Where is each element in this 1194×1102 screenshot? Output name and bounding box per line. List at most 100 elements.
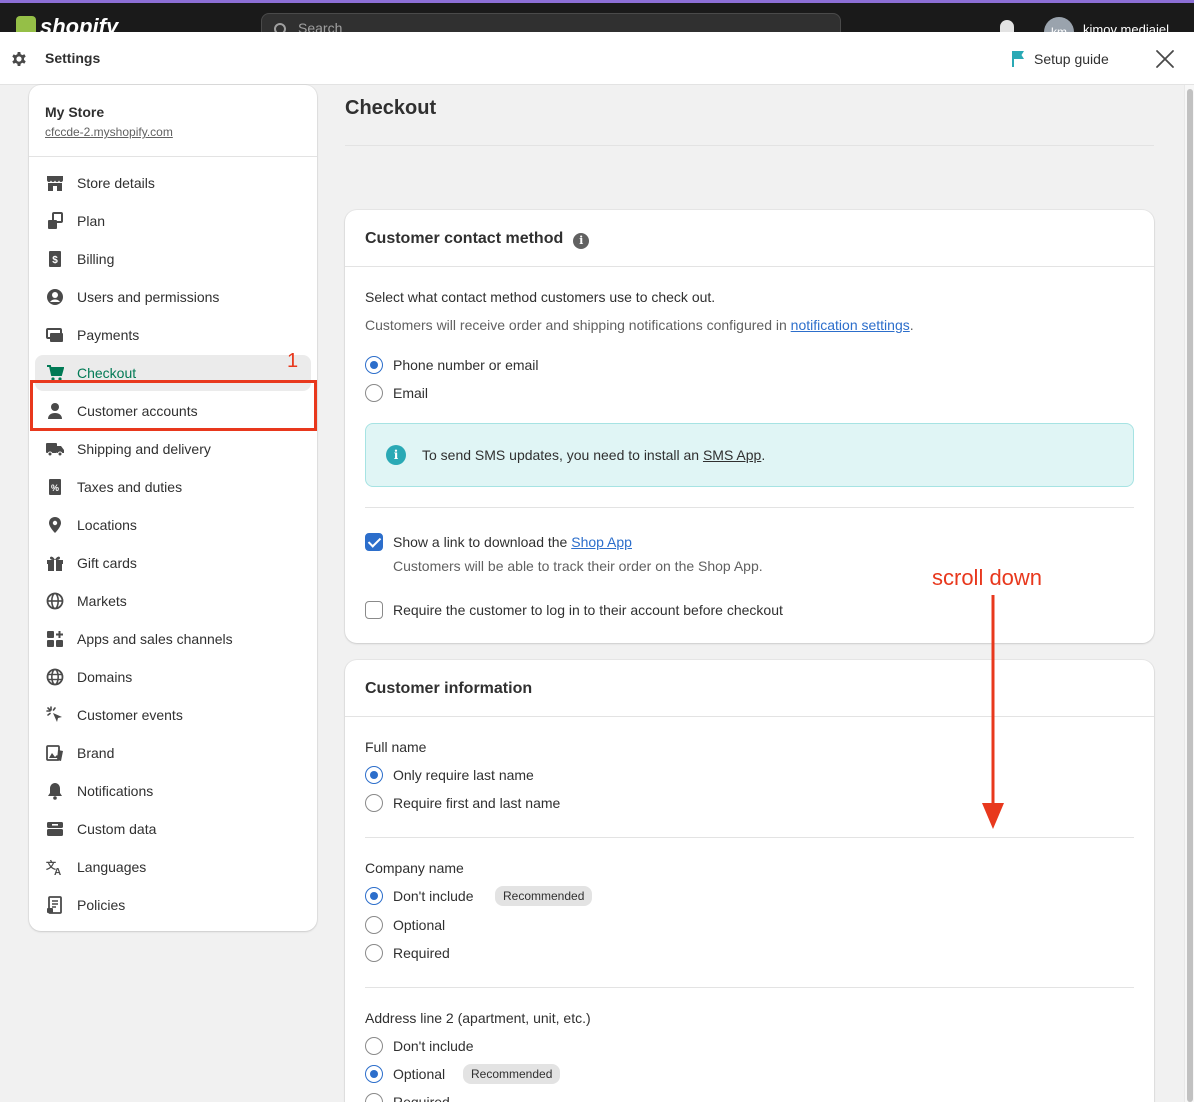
- radio-label[interactable]: Phone number or email: [393, 357, 539, 373]
- sms-app-link[interactable]: SMS App: [703, 447, 761, 463]
- translate-icon: 文A: [45, 857, 65, 877]
- sidebar-item-label: Brand: [77, 745, 115, 761]
- card-header: Customer contact method i: [345, 210, 1154, 267]
- sidebar-item-label: Plan: [77, 213, 106, 229]
- topbar-accent-line: [0, 0, 1194, 3]
- settings-sidebar: My Store cfccde-2.myshopify.com Store de…: [29, 85, 317, 931]
- database-icon: [45, 819, 65, 839]
- sidebar-item-domains[interactable]: Domains: [29, 658, 317, 696]
- radio-address-dont-include[interactable]: [365, 1037, 383, 1055]
- shop-app-checkbox[interactable]: [365, 533, 383, 551]
- avatar[interactable]: km: [1044, 17, 1074, 32]
- payments-icon: [45, 325, 65, 345]
- sidebar-item-plan[interactable]: Plan: [29, 202, 317, 240]
- sidebar-item-taxes-duties[interactable]: % Taxes and duties: [29, 468, 317, 506]
- info-icon[interactable]: i: [573, 233, 590, 249]
- sidebar-item-customer-events[interactable]: Customer events: [29, 696, 317, 734]
- sidebar-item-notifications[interactable]: Notifications: [29, 772, 317, 810]
- sidebar-item-label: Users and permissions: [77, 289, 220, 305]
- settings-title: Settings: [45, 50, 101, 66]
- radio-label[interactable]: Don't include: [393, 888, 474, 904]
- radio-only-last-name[interactable]: [365, 766, 383, 784]
- info-circle-icon: i: [386, 445, 406, 465]
- notification-settings-link[interactable]: notification settings: [791, 317, 910, 333]
- sidebar-item-brand[interactable]: Brand: [29, 734, 317, 772]
- sidebar-item-label: Payments: [77, 327, 140, 343]
- gear-icon: [12, 52, 26, 66]
- setup-guide-button[interactable]: Setup guide: [1010, 50, 1109, 68]
- sidebar-item-users-permissions[interactable]: Users and permissions: [29, 278, 317, 316]
- shop-app-label[interactable]: Show a link to download the Shop App: [393, 534, 632, 550]
- radio-label[interactable]: Optional: [393, 1066, 445, 1082]
- sidebar-item-locations[interactable]: Locations: [29, 506, 317, 544]
- scrollbar-thumb[interactable]: [1187, 89, 1193, 1102]
- radio-label[interactable]: Require first and last name: [393, 795, 560, 811]
- contact-description: Select what contact method customers use…: [365, 289, 716, 305]
- apps-icon: [45, 629, 65, 649]
- require-login-label[interactable]: Require the customer to log in to their …: [393, 602, 783, 618]
- store-icon: [45, 173, 65, 193]
- card-title: Customer information: [365, 680, 533, 697]
- shopify-topbar: shopify Search km kimov mediajel: [0, 0, 1194, 32]
- sidebar-item-label: Policies: [77, 897, 126, 913]
- radio-phone-or-email[interactable]: [365, 356, 383, 374]
- radio-label[interactable]: Optional: [393, 917, 445, 933]
- sidebar-item-policies[interactable]: Policies: [29, 886, 317, 924]
- billing-icon: $: [45, 249, 65, 269]
- store-name: My Store: [45, 104, 105, 120]
- require-login-checkbox[interactable]: [365, 601, 383, 619]
- sidebar-item-label: Domains: [77, 669, 133, 685]
- policy-icon: [45, 895, 65, 915]
- sidebar-item-markets[interactable]: Markets: [29, 582, 317, 620]
- sidebar-item-billing[interactable]: $ Billing: [29, 240, 317, 278]
- truck-icon: [45, 439, 65, 459]
- radio-company-optional[interactable]: [365, 916, 383, 934]
- annotation-scroll-down-text: scroll down: [932, 565, 1043, 590]
- sidebar-item-label: Locations: [77, 517, 137, 533]
- radio-label[interactable]: Required: [393, 945, 450, 961]
- radio-address-optional[interactable]: [365, 1065, 383, 1083]
- sidebar-item-shipping-delivery[interactable]: Shipping and delivery: [29, 430, 317, 468]
- store-url-link[interactable]: cfccde-2.myshopify.com: [45, 125, 317, 139]
- shop-app-link[interactable]: Shop App: [571, 534, 632, 550]
- shopify-bag-icon: [16, 16, 36, 32]
- radio-company-required[interactable]: [365, 944, 383, 962]
- settings-nav: Store details Plan $ Billing Users and p…: [29, 157, 317, 924]
- tax-icon: %: [45, 477, 65, 497]
- section-divider: [365, 507, 1134, 508]
- radio-label[interactable]: Only require last name: [393, 767, 534, 783]
- radio-email[interactable]: [365, 384, 383, 402]
- radio-label[interactable]: Required: [393, 1094, 450, 1102]
- recommended-badge: Recommended: [463, 1064, 561, 1084]
- globe-icon: [45, 591, 65, 611]
- radio-first-and-last-name[interactable]: [365, 794, 383, 812]
- radio-label[interactable]: Don't include: [393, 1038, 474, 1054]
- shopify-logo[interactable]: shopify: [16, 14, 118, 32]
- sidebar-item-store-details[interactable]: Store details: [29, 164, 317, 202]
- recommended-badge: Recommended: [495, 886, 593, 906]
- sidebar-item-gift-cards[interactable]: Gift cards: [29, 544, 317, 582]
- sidebar-item-custom-data[interactable]: Custom data: [29, 810, 317, 848]
- sms-info-banner: i To send SMS updates, you need to insta…: [365, 423, 1134, 487]
- radio-label[interactable]: Email: [393, 385, 428, 401]
- sidebar-item-label: Languages: [77, 859, 147, 875]
- topbar-user-name[interactable]: kimov mediajel: [1083, 22, 1169, 32]
- section-divider: [365, 987, 1134, 988]
- close-icon[interactable]: [1154, 48, 1176, 70]
- contact-notice: Customers will receive order and shippin…: [365, 317, 914, 333]
- sidebar-item-payments[interactable]: Payments: [29, 316, 317, 354]
- topbar-bell-icon[interactable]: [1000, 20, 1014, 32]
- setup-guide-label: Setup guide: [1034, 51, 1109, 67]
- scrollbar[interactable]: [1184, 85, 1194, 1102]
- radio-address-required[interactable]: [365, 1093, 383, 1102]
- sidebar-item-label: Notifications: [77, 783, 154, 799]
- global-search-input[interactable]: Search: [261, 13, 841, 32]
- shop-app-help-text: Customers will be able to track their or…: [393, 558, 763, 574]
- annotation-down-arrow-icon: [982, 595, 1004, 829]
- sidebar-item-apps-sales-channels[interactable]: Apps and sales channels: [29, 620, 317, 658]
- customer-information-card: Customer information Full name Only requ…: [345, 660, 1154, 1102]
- sidebar-item-languages[interactable]: 文A Languages: [29, 848, 317, 886]
- svg-text:%: %: [51, 483, 59, 493]
- radio-company-dont-include[interactable]: [365, 887, 383, 905]
- brand-icon: [45, 743, 65, 763]
